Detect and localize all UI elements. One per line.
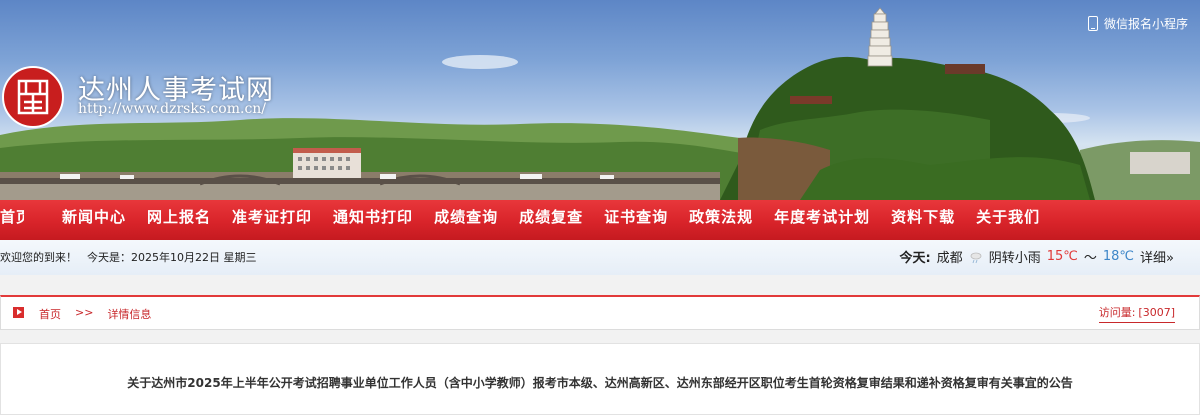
mini-program-label: 微信报名小程序 (1103, 17, 1188, 31)
greeting: 欢迎您的到来！ (0, 251, 77, 264)
weather-today-label: 今天: (899, 251, 931, 266)
header-banner: 达州人事考试网 http://www.dzrsks.com.cn/ 微信报名小程… (0, 0, 1200, 200)
weather-condition: 阴转小雨 (988, 251, 1041, 266)
date-prefix: 今天是： (87, 251, 131, 264)
phone-icon (1087, 16, 1098, 31)
nav-item-score-review[interactable]: 成绩复查 (519, 200, 583, 240)
article-title: 关于达州市2025年上半年公开考试招聘事业单位工作人员（含中小学教师）报考市本级… (127, 376, 1073, 390)
visits-label: 访问量: (1098, 306, 1136, 319)
weather-city: 成都 (936, 251, 963, 266)
breadcrumb-separator: >> (75, 306, 94, 319)
welcome-bar: 欢迎您的到来！ 今天是：2025年10月22日 星期三 今天: 成都 阴转小雨 1… (0, 240, 1200, 275)
nav-item-exam-plan[interactable]: 年度考试计划 (774, 200, 870, 240)
play-arrow-icon (13, 307, 24, 318)
weather-details-link[interactable]: 详细» (1140, 247, 1174, 266)
nav-item-news[interactable]: 新闻中心 (62, 200, 126, 240)
nav-item-home[interactable]: 首页 (0, 200, 24, 240)
nav-item-certificate-query[interactable]: 证书查询 (604, 200, 668, 240)
temp-low: 18℃ (1102, 249, 1135, 264)
breadcrumb: 首页 >> 详情信息 (39, 306, 151, 322)
pagoda (867, 7, 893, 67)
breadcrumb-bar: 首页 >> 详情信息 访问量: [3007] (0, 295, 1200, 330)
current-date: 2025年10月22日 星期三 (131, 251, 257, 264)
main-nav: 首页 新闻中心 网上报名 准考证打印 通知书打印 成绩查询 成绩复查 证书查询 … (0, 200, 1200, 240)
nav-item-notice-print[interactable]: 通知书打印 (333, 200, 413, 240)
welcome-text: 欢迎您的到来！ 今天是：2025年10月22日 星期三 (0, 249, 267, 265)
nav-item-online-registration[interactable]: 网上报名 (147, 200, 211, 240)
nav-item-admission-ticket[interactable]: 准考证打印 (232, 200, 312, 240)
weather-widget: 今天: 成都 阴转小雨 15℃ ～ 18℃ 详细» (899, 247, 1174, 266)
wechat-mini-program-link[interactable]: 微信报名小程序 (1087, 15, 1188, 32)
nav-item-downloads[interactable]: 资料下载 (891, 200, 955, 240)
visits-count: [3007] (1138, 306, 1175, 319)
nav-items: 新闻中心 网上报名 准考证打印 通知书打印 成绩查询 成绩复查 证书查询 政策法… (62, 200, 1040, 240)
article-panel: 关于达州市2025年上半年公开考试招聘事业单位工作人员（含中小学教师）报考市本级… (0, 343, 1200, 415)
nav-item-score-query[interactable]: 成绩查询 (434, 200, 498, 240)
nav-item-about-us[interactable]: 关于我们 (976, 200, 1040, 240)
breadcrumb-home[interactable]: 首页 (39, 306, 61, 322)
temp-separator: ～ (1083, 251, 1097, 266)
visit-counter: 访问量: [3007] (1098, 304, 1175, 323)
site-url: http://www.dzrsks.com.cn/ (78, 101, 267, 117)
temp-high: 15℃ (1046, 249, 1078, 264)
breadcrumb-current: 详情信息 (107, 308, 152, 321)
seal-logo-icon (2, 66, 64, 128)
nav-item-policies[interactable]: 政策法规 (689, 200, 753, 240)
rain-cloud-icon (970, 252, 982, 263)
